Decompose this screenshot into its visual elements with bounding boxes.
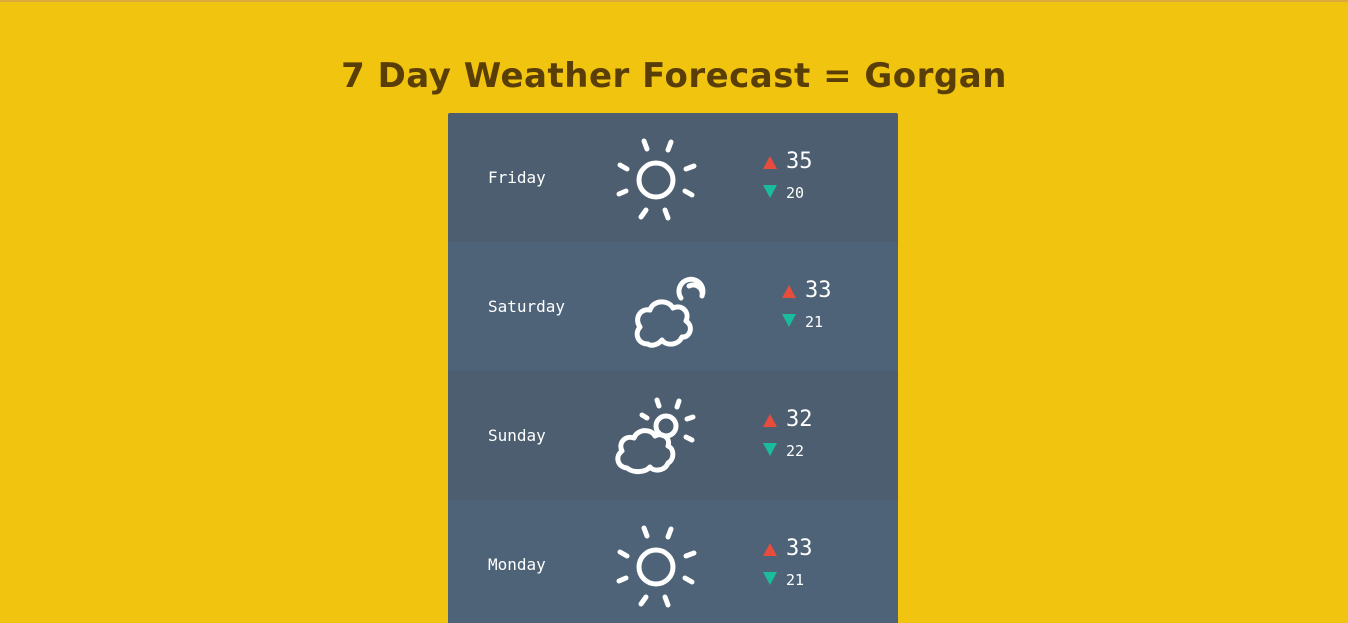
high-value: 33 [805, 278, 832, 303]
partly-cloudy-icon [615, 397, 696, 475]
low-temperature: 20 [763, 177, 843, 207]
low-temperature: 21 [782, 306, 862, 336]
arrow-down-icon [763, 572, 777, 585]
sun-icon [616, 138, 697, 221]
sun-icon [616, 525, 697, 608]
forecast-row-friday: Friday 35 20 [448, 113, 898, 242]
cloud-moon-icon [634, 276, 706, 348]
forecast-row-monday: Monday 33 21 [448, 500, 898, 623]
high-value: 33 [786, 536, 813, 561]
day-name: Sunday [488, 426, 546, 445]
low-value: 21 [805, 313, 824, 331]
low-value: 22 [786, 442, 805, 460]
low-temperature: 21 [763, 564, 843, 594]
day-name: Friday [488, 168, 546, 187]
arrow-down-icon [763, 443, 777, 456]
high-temperature: 35 [763, 147, 843, 177]
day-name: Saturday [488, 297, 566, 316]
high-temperature: 33 [782, 276, 862, 306]
temperature-group: 33 21 [763, 534, 843, 596]
top-border [0, 0, 1348, 2]
forecast-row-saturday: Saturday 33 21 [448, 242, 898, 371]
high-temperature: 32 [763, 405, 843, 435]
temperature-group: 35 20 [763, 147, 843, 209]
high-value: 32 [786, 407, 813, 432]
low-value: 21 [786, 571, 805, 589]
low-temperature: 22 [763, 435, 843, 465]
arrow-down-icon [782, 314, 796, 327]
arrow-up-icon [763, 414, 777, 427]
arrow-down-icon [763, 185, 777, 198]
page-title: 7 Day Weather Forecast = Gorgan [341, 56, 1007, 96]
temperature-group: 33 21 [782, 276, 862, 338]
forecast-list: Friday 35 20 Saturday 33 21 Sunday 32 22… [448, 113, 898, 623]
high-value: 35 [786, 149, 813, 174]
low-value: 20 [786, 184, 805, 202]
high-temperature: 33 [763, 534, 843, 564]
arrow-up-icon [763, 543, 777, 556]
day-name: Monday [488, 555, 546, 574]
forecast-row-sunday: Sunday 32 22 [448, 371, 898, 500]
arrow-up-icon [782, 285, 796, 298]
temperature-group: 32 22 [763, 405, 843, 467]
arrow-up-icon [763, 156, 777, 169]
